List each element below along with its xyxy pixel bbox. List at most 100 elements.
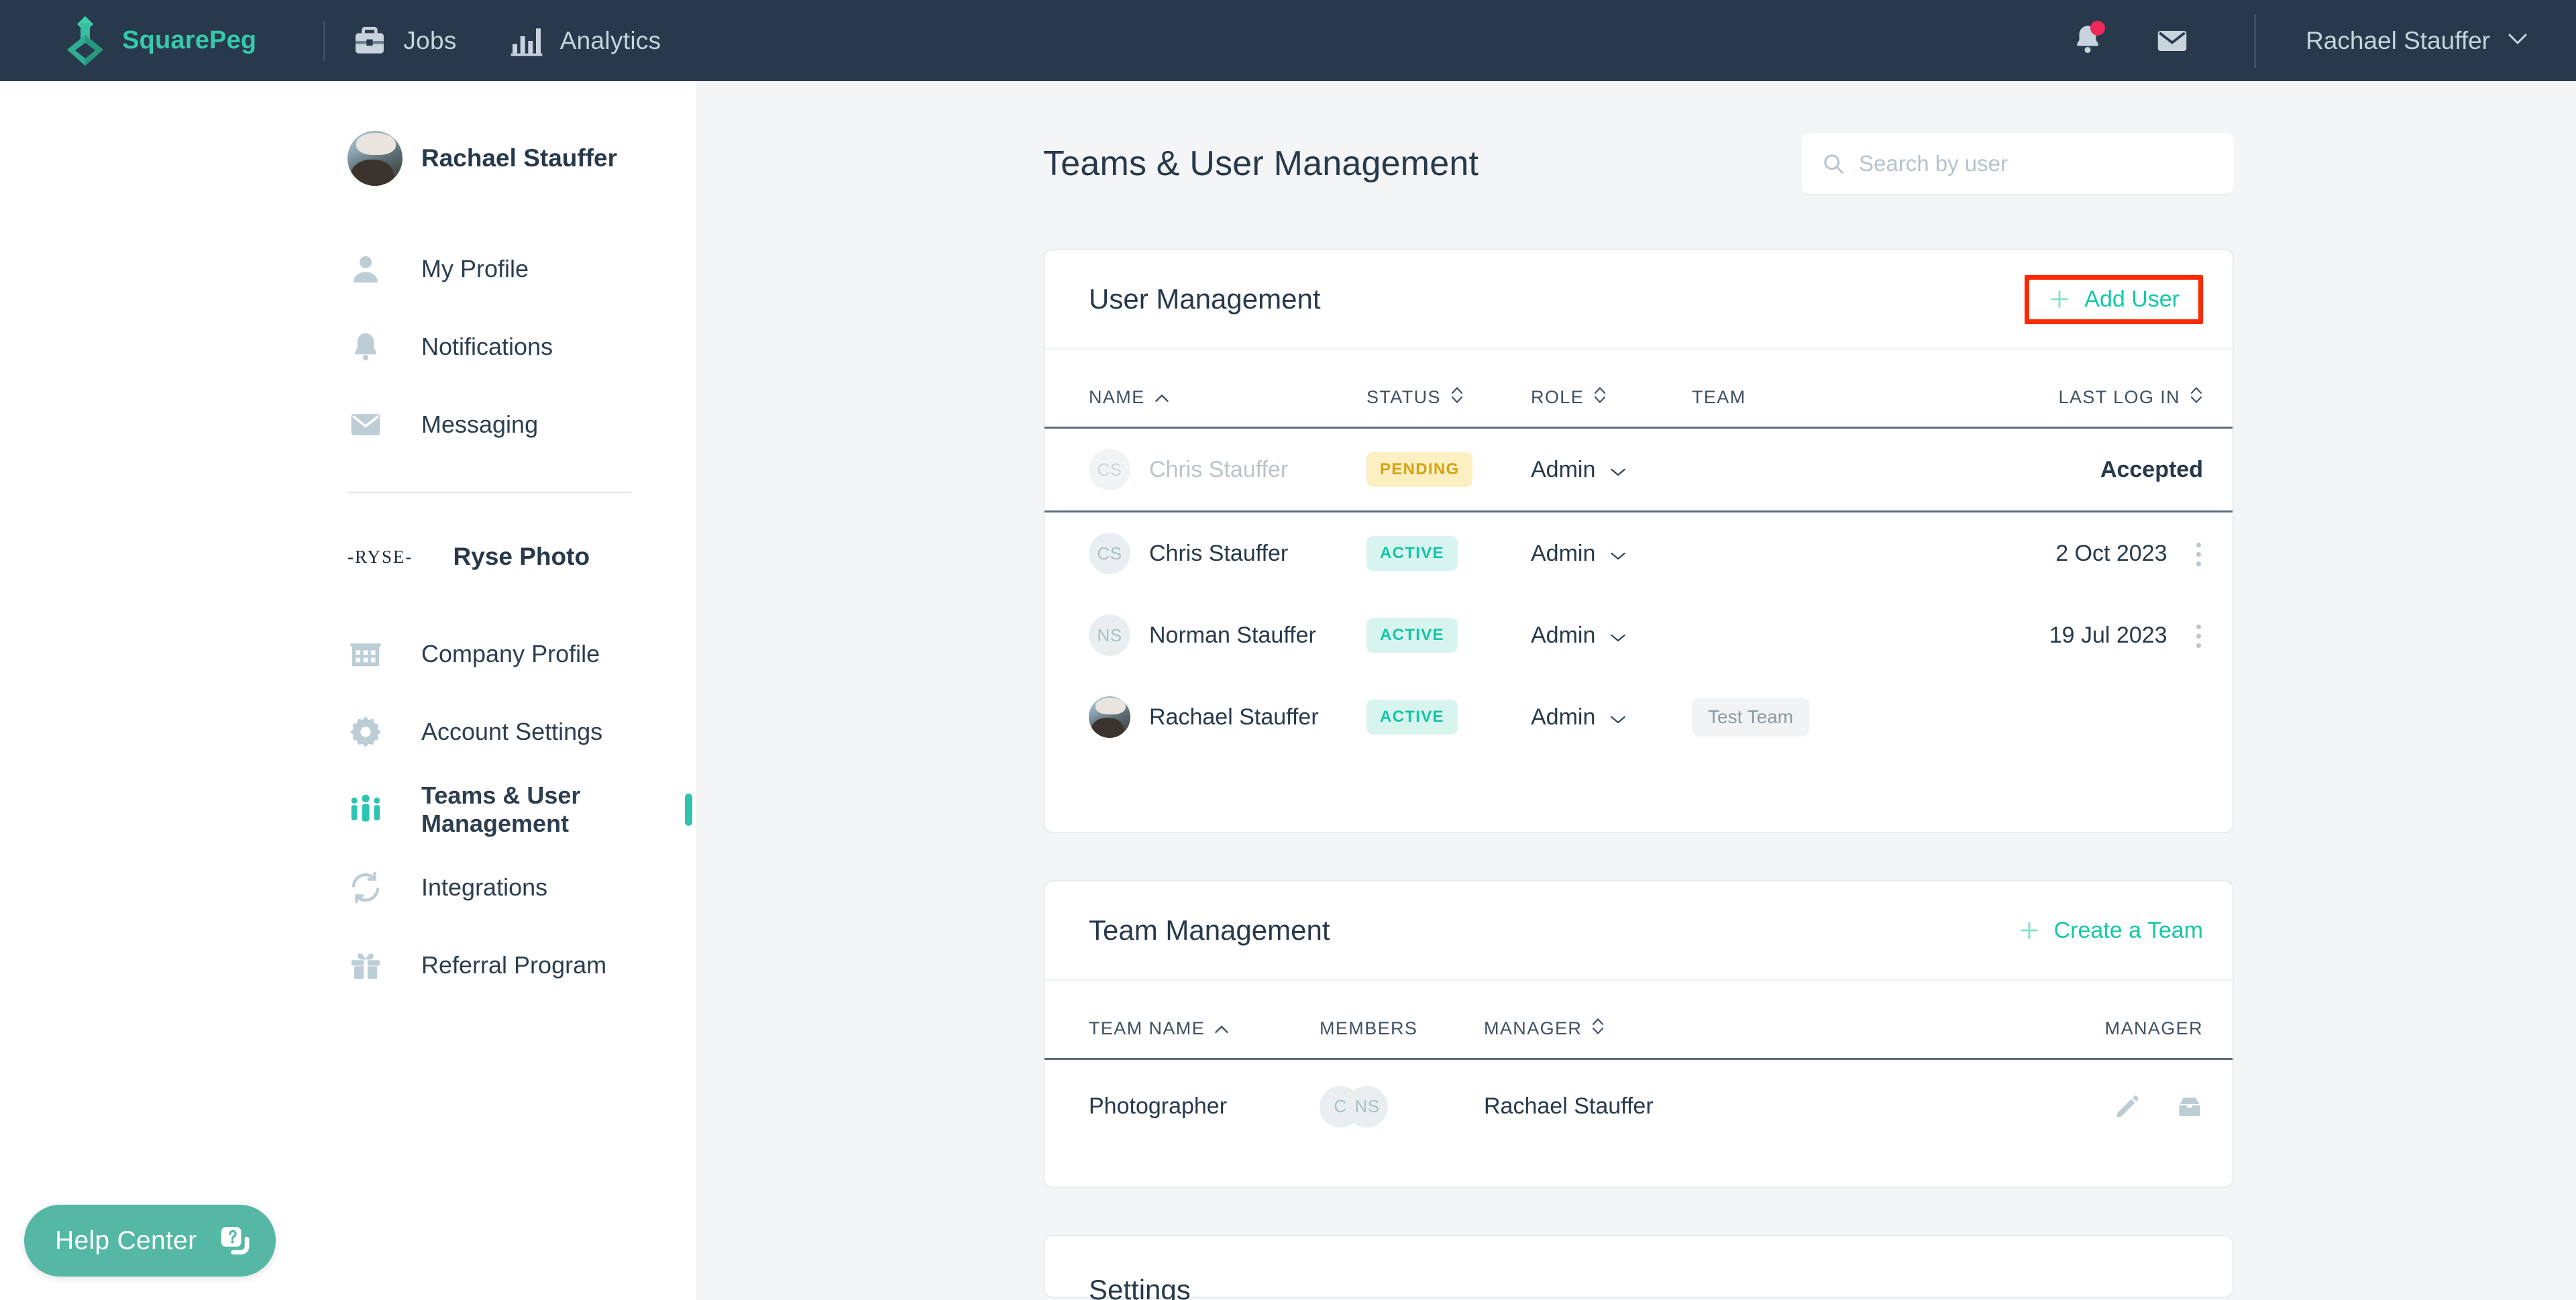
role-value: Admin <box>1531 622 1596 648</box>
table-row[interactable]: CS Chris Stauffer ACTIVE Admin 2 Oct 202… <box>1044 512 2233 595</box>
user-menu-name: Rachael Stauffer <box>2306 26 2490 54</box>
main-content: Teams & User Management User Management … <box>696 81 2576 1300</box>
sidebar-item-referral-program-label: Referral Program <box>421 951 607 979</box>
cell-team: Test Team <box>1692 676 1980 758</box>
column-header-status[interactable]: STATUS <box>1366 349 1531 427</box>
sidebar-item-integrations[interactable]: Integrations <box>0 849 696 926</box>
role-dropdown[interactable]: Admin <box>1531 541 1626 567</box>
team-management-title: Team Management <box>1089 914 1330 946</box>
sidebar-item-my-profile[interactable]: My Profile <box>0 230 696 308</box>
user-menu[interactable]: Rachael Stauffer <box>2306 27 2528 55</box>
building-icon <box>347 636 384 672</box>
question-card-icon <box>217 1224 252 1258</box>
search-input[interactable] <box>1859 151 2181 176</box>
user-name: Norman Stauffer <box>1149 622 1316 648</box>
role-dropdown[interactable]: Admin <box>1531 622 1626 649</box>
settings-body: Settings <box>1044 1236 2233 1300</box>
team-table: TEAM NAME MEMBERS MANAGER MANAGER Photog… <box>1044 981 2233 1187</box>
table-row[interactable]: CS Chris Stauffer PENDING Admin Accepted <box>1044 428 2233 511</box>
cell-last-log-in <box>1980 676 2233 758</box>
table-row[interactable]: NS Norman Stauffer ACTIVE Admin 19 Jul 2… <box>1044 594 2233 676</box>
column-header-name[interactable]: NAME <box>1044 349 1366 427</box>
nav-item-jobs[interactable]: Jobs <box>325 0 482 81</box>
cell-team-name: Photographer <box>1044 1059 1320 1154</box>
sort-asc-icon <box>1155 387 1169 408</box>
create-team-label: Create a Team <box>2053 917 2203 943</box>
chevron-down-icon <box>1610 622 1626 649</box>
role-value: Admin <box>1531 540 1596 566</box>
column-header-team-name[interactable]: TEAM NAME <box>1044 981 1320 1058</box>
sidebar-profile[interactable]: Rachael Stauffer <box>347 131 696 186</box>
team-name: Photographer <box>1089 1093 1228 1119</box>
user-name: Chris Stauffer <box>1149 456 1289 482</box>
sidebar-item-messaging-label: Messaging <box>421 411 539 438</box>
sidebar-divider <box>347 492 631 493</box>
ryse-company-logo: -RYSE- <box>347 546 413 567</box>
notification-badge-dot <box>2090 20 2106 36</box>
messages-button[interactable] <box>2152 21 2192 61</box>
sidebar-item-account-settings[interactable]: Account Settings <box>0 693 696 771</box>
column-header-last-log-in[interactable]: LAST LOG IN <box>1980 349 2233 427</box>
cell-manager: Rachael Stauffer <box>1484 1059 1951 1154</box>
sidebar-company[interactable]: -RYSE- Ryse Photo <box>347 543 696 571</box>
column-header-team: TEAM <box>1692 387 1746 407</box>
cell-name: CS Chris Stauffer <box>1044 512 1366 595</box>
cell-last-log-in: 19 Jul 2023 <box>1980 594 2233 676</box>
search-icon <box>1821 152 1845 176</box>
sidebar-item-messaging[interactable]: Messaging <box>0 386 696 464</box>
invite-status: Accepted <box>2100 456 2203 482</box>
avatar: CS <box>1089 533 1130 574</box>
edit-pencil-icon[interactable] <box>2114 1093 2147 1118</box>
brand-logo-group[interactable]: SquarePeg <box>64 15 256 67</box>
sidebar-item-referral-program[interactable]: Referral Program <box>0 926 696 1004</box>
column-header-role[interactable]: ROLE <box>1531 349 1692 427</box>
nav-item-analytics[interactable]: Analytics <box>482 0 687 81</box>
team-management-header: Team Management Create a Team <box>1044 881 2233 981</box>
table-row[interactable]: Photographer C NS Rachael Stauffer <box>1044 1059 2233 1154</box>
table-row[interactable]: Rachael Stauffer ACTIVE Admin Test Team <box>1044 676 2233 758</box>
add-user-highlight: Add User <box>2025 274 2203 324</box>
add-user-button[interactable]: Add User <box>2048 286 2180 313</box>
settings-card: Settings <box>1043 1235 2234 1300</box>
cell-role: Admin <box>1531 676 1692 758</box>
team-management-card: Team Management Create a Team TEAM NAME <box>1043 880 2234 1188</box>
squarepeg-logo-icon <box>64 15 106 67</box>
role-value: Admin <box>1531 456 1596 482</box>
cell-team <box>1692 512 1980 595</box>
sidebar-item-company-profile[interactable]: Company Profile <box>0 615 696 693</box>
row-more-options-icon[interactable] <box>2196 625 2203 649</box>
person-icon <box>347 251 384 287</box>
sidebar: Rachael Stauffer My Profile Notification… <box>0 81 696 1300</box>
help-center-label: Help Center <box>55 1226 197 1255</box>
notifications-button[interactable] <box>2068 20 2108 61</box>
cell-team <box>1692 594 1980 676</box>
sidebar-item-notifications[interactable]: Notifications <box>0 308 696 386</box>
row-more-options-icon[interactable] <box>2196 543 2203 567</box>
manager-name: Rachael Stauffer <box>1484 1093 1654 1119</box>
user-name: Chris Stauffer <box>1149 540 1289 566</box>
create-team-button[interactable]: Create a Team <box>2018 918 2203 944</box>
archive-inbox-icon[interactable] <box>2176 1093 2203 1118</box>
column-header-manager[interactable]: MANAGER <box>1484 981 1951 1058</box>
user-management-header: User Management Add User <box>1044 250 2233 349</box>
cell-role: Admin <box>1531 594 1692 676</box>
sidebar-item-teams-user-management[interactable]: Teams & User Management <box>0 771 696 849</box>
sidebar-item-my-profile-label: My Profile <box>421 255 529 282</box>
cell-status: PENDING <box>1366 428 1531 511</box>
help-center-button[interactable]: Help Center <box>24 1205 276 1277</box>
avatar <box>1089 696 1130 738</box>
search-box[interactable] <box>1801 133 2234 194</box>
sidebar-personal-menu: My Profile Notifications Messaging <box>0 230 696 464</box>
last-login-date: 2 Oct 2023 <box>2055 540 2167 566</box>
role-dropdown[interactable]: Admin <box>1531 457 1626 483</box>
cell-status: ACTIVE <box>1366 512 1531 595</box>
sidebar-item-notifications-label: Notifications <box>421 333 553 360</box>
top-navigation-bar: SquarePeg Jobs Analytics Rachael Stauffe… <box>0 0 2576 81</box>
role-dropdown[interactable]: Admin <box>1531 704 1626 730</box>
nav-divider-2 <box>2254 13 2257 68</box>
cell-role: Admin <box>1531 428 1692 511</box>
cell-status: ACTIVE <box>1366 676 1531 758</box>
last-login-date: 19 Jul 2023 <box>2049 622 2167 648</box>
user-name: Rachael Stauffer <box>1149 704 1319 730</box>
plus-icon <box>2018 919 2041 942</box>
